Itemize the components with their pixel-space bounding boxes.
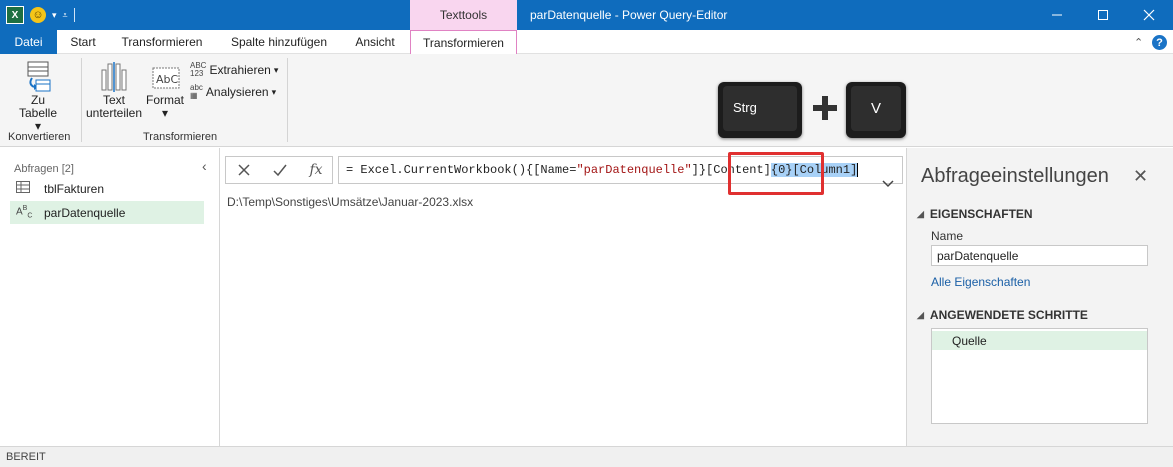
to-table-label-2: Tabelle ▾ [18,106,58,133]
status-text: BEREIT [6,451,46,463]
query-label: tblFakturen [44,181,105,196]
close-pane-icon[interactable]: ✕ [1133,166,1148,187]
smile-dropdown-icon[interactable]: ▾ [52,10,57,21]
step-item-quelle[interactable]: Quelle [932,331,1147,350]
query-name-input[interactable]: parDatenquelle [931,245,1148,266]
collapse-pane-icon[interactable]: ‹ [202,158,207,174]
expand-formula-icon[interactable] [862,163,894,205]
query-settings-title: Abfrageeinstellungen [921,165,1109,187]
tab-context-transform[interactable]: Transformieren [410,30,517,55]
preview-area: fx = Excel.CurrentWorkbook(){[Name= "parD… [221,148,905,446]
applied-steps-list: Quelle [931,328,1148,424]
key-v-label: V [851,86,901,131]
tab-transform[interactable]: Transformieren [110,30,214,54]
tab-start[interactable]: Start [57,30,109,54]
text-type-icon: ABC [16,205,33,220]
properties-section-header[interactable]: ◢ EIGENSCHAFTEN [917,207,1033,221]
formula-string: "parDatenquelle" [576,163,692,177]
group-divider [287,58,288,142]
group-label-convert: Konvertieren [8,131,71,143]
result-value: D:\Temp\Sonstiges\Umsätze\Januar-2023.xl… [227,195,474,209]
key-ctrl: Strg [718,82,802,138]
qat-divider [73,8,75,22]
selection-highlight-box [728,152,824,195]
query-item-tblfakturen[interactable]: tblFakturen [10,177,204,200]
maximize-icon[interactable] [1080,0,1126,30]
format-icon: AbC [152,67,180,89]
status-bar: BEREIT [0,446,1173,467]
window-title: parDatenquelle - Power Query-Editor [530,8,728,22]
query-settings-pane: Abfrageeinstellungen ✕ ◢ EIGENSCHAFTEN N… [906,148,1173,446]
query-item-pardatenquelle[interactable]: ABC parDatenquelle [10,201,204,224]
queries-pane: Abfragen [2] ‹ tblFakturen ABC parDatenq… [0,148,220,446]
ribbon: Zu Tabelle ▾ Konvertieren Text unterteil… [0,54,1173,147]
table-icon [16,181,36,196]
extract-icon: ABC 123 [190,61,207,78]
query-label: parDatenquelle [44,205,126,220]
analyze-label: Analysieren [205,85,269,99]
queries-header: Abfragen [2] [14,163,74,175]
key-ctrl-label: Strg [723,86,797,131]
split-column-icon [101,62,127,92]
analyze-dropdown-icon: ▾ [271,86,277,97]
extract-button[interactable]: ABC 123 Extrahieren ▾ [190,62,278,78]
svg-text:AbC: AbC [156,73,179,86]
format-dropdown-icon: ▾ [161,106,169,120]
ribbon-tabs: Datei Start Transformieren Spalte hinzuf… [0,30,1173,55]
formula-prefix: = Excel.CurrentWorkbook(){[Name= [346,163,577,177]
name-label: Name [931,229,964,243]
split-text-label-2: unterteilen [85,106,143,120]
extract-dropdown-icon: ▾ [273,64,279,75]
commit-icon[interactable] [262,157,298,183]
tab-view[interactable]: Ansicht [342,30,408,54]
analyze-icon: abc ▦ [190,83,203,100]
group-divider [81,58,82,142]
help-icon[interactable]: ? [1152,35,1167,50]
customize-qat-icon[interactable]: ⩡ [63,10,68,21]
minimize-icon[interactable] [1034,0,1080,30]
formula-bar-buttons: fx [225,156,333,184]
cancel-icon[interactable] [226,157,262,183]
fx-icon[interactable]: fx [298,157,334,183]
text-cursor [857,163,859,177]
excel-icon[interactable]: X [6,6,24,24]
extract-label: Extrahieren [209,63,271,77]
key-v: V [846,82,906,138]
contextual-tab-header: Texttools [410,0,517,30]
close-icon[interactable] [1126,0,1172,30]
group-label-transform: Transformieren [143,131,218,143]
tab-add-column[interactable]: Spalte hinzufügen [216,30,342,54]
applied-steps-header-label: ANGEWENDETE SCHRITTE [929,308,1088,322]
properties-header-label: EIGENSCHAFTEN [929,207,1033,221]
format-button[interactable]: AbC Format ▾ [144,60,186,120]
to-table-button[interactable]: Zu Tabelle ▾ [16,60,60,133]
smile-icon[interactable]: ☺ [30,7,46,23]
split-text-button[interactable]: Text unterteilen [85,60,143,120]
title-bar: X ☺ ▾ ⩡ Texttools parDatenquelle - Power… [0,0,1173,30]
analyze-button[interactable]: abc ▦ Analysieren ▾ [190,84,276,100]
to-table-icon [27,61,51,92]
applied-steps-section-header[interactable]: ◢ ANGEWENDETE SCHRITTE [917,308,1088,322]
collapse-ribbon-icon[interactable]: ⌃ [1134,36,1143,49]
collapse-triangle-icon: ◢ [917,208,924,219]
all-properties-link[interactable]: Alle Eigenschaften [931,275,1030,289]
plus-icon [808,88,842,128]
collapse-triangle-icon: ◢ [917,309,924,320]
quick-access-toolbar: X ☺ ▾ ⩡ [6,5,75,25]
tab-file[interactable]: Datei [0,30,57,54]
